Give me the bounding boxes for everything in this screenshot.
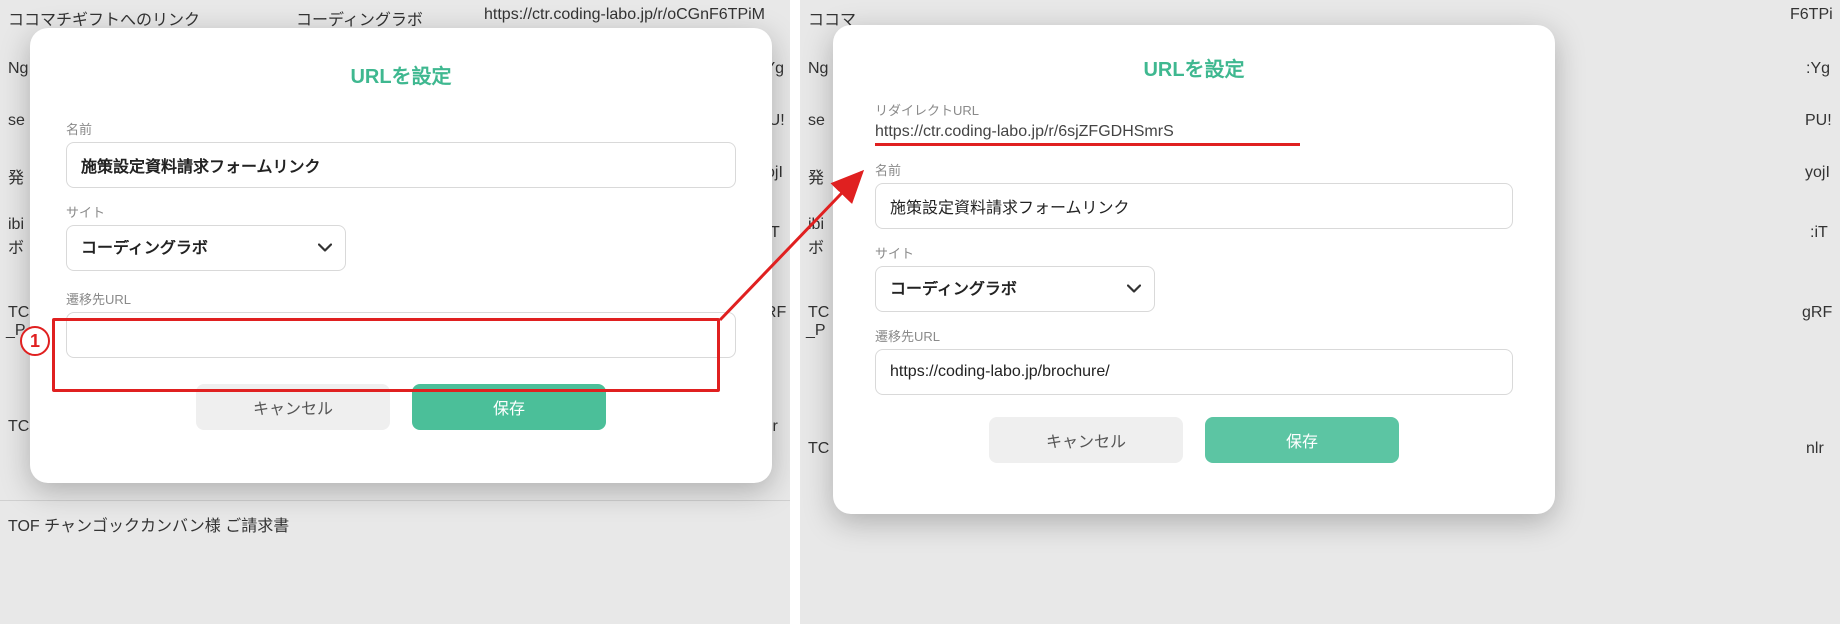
redirect-label: リダイレクトURL [875,100,1513,119]
name-label: 名前 [66,119,736,138]
name-input[interactable] [875,183,1513,229]
bg-frag: ibi [808,216,824,234]
bg-frag: :Yg [1806,60,1830,78]
save-button[interactable]: 保存 [412,384,606,430]
bg-frag: Ng [8,60,28,78]
save-button[interactable]: 保存 [1205,417,1399,463]
bg-frag: TC [808,304,829,322]
bg-frag: se [808,112,825,130]
bg-frag: F6TPi [1790,6,1833,24]
dest-label: 遷移先URL [875,326,1513,345]
site-label: サイト [875,243,1513,262]
site-select[interactable]: コーディングラボ [875,266,1155,312]
bg-row-col2: コーディングラボ [296,6,423,30]
bg-frag: ibi [8,216,24,234]
panel-right: ココマ F6TPi Ng :Yg se PU! 発 yojI ibi ボ :iT… [800,0,1840,624]
bg-row-col3: https://ctr.coding-labo.jp/r/oCGnF6TPiM [484,6,765,24]
bg-frag: _P [806,322,826,340]
bg-frag: TC [8,304,29,322]
url-modal-after: URLを設定 リダイレクトURL https://ctr.coding-labo… [833,25,1555,514]
site-label: サイト [66,202,736,221]
bg-row-last: TOF チャンゴックカンバン様 ご請求書 [8,512,289,536]
cancel-button[interactable]: キャンセル [989,417,1183,463]
modal-title: URLを設定 [30,28,772,105]
bg-frag: 発 [808,164,824,188]
dest-label: 遷移先URL [66,289,736,308]
bg-frag: ボ [8,234,24,258]
name-label: 名前 [875,160,1513,179]
bg-frag: PU! [1805,112,1832,130]
name-input[interactable] [66,142,736,188]
cancel-button[interactable]: キャンセル [196,384,390,430]
divider [0,500,790,501]
site-select[interactable]: コーディングラボ [66,225,346,271]
panel-left: ココマチギフトへのリンク コーディングラボ https://ctr.coding… [0,0,790,624]
bg-frag: nlr [1806,440,1824,458]
dest-url-input[interactable] [875,349,1513,395]
bg-frag: TC [8,418,29,436]
dest-url-input[interactable] [66,312,736,358]
bg-frag: se [8,112,25,130]
bg-row-col1: ココマチギフトへのリンク [8,6,200,30]
bg-frag: TC [808,440,829,458]
bg-frag: ボ [808,234,824,258]
redirect-url-value: https://ctr.coding-labo.jp/r/6sjZFGDHSmr… [875,123,1513,141]
bg-frag: yojI [1805,164,1830,182]
modal-title: URLを設定 [833,25,1555,94]
bg-frag: gRF [1802,304,1832,322]
url-modal: URLを設定 名前 サイト コーディングラボ 遷移先URL キャンセル 保存 [30,28,772,483]
bg-frag: _P [6,322,26,340]
bg-frag: Ng [808,60,828,78]
redirect-underline-highlight [875,143,1300,146]
bg-frag: :iT [1810,224,1828,242]
bg-frag: 発 [8,164,24,188]
